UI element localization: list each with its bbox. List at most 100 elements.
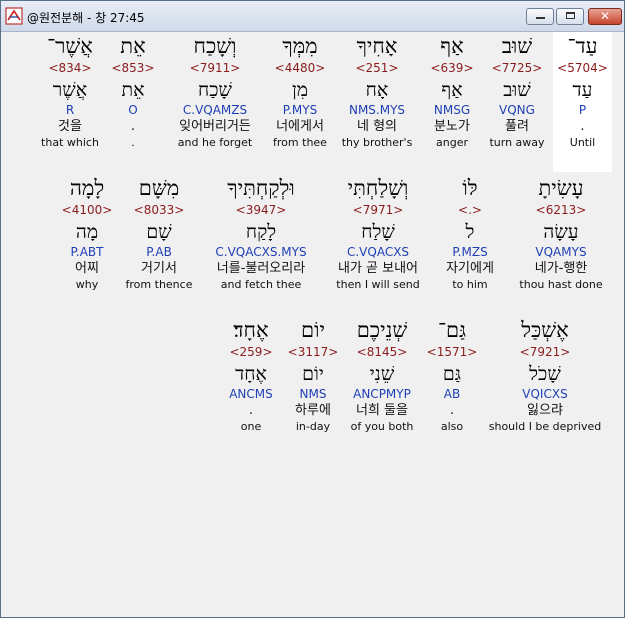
word-cell[interactable]: וְשָׁלַחְתִּי <7971> שָׁלַח C.VQACXS 내가 곧 보내… — [323, 174, 433, 314]
korean-gloss: 네 형의 — [356, 119, 397, 134]
korean-gloss: 자기에게 — [446, 261, 494, 276]
english-gloss: Until — [569, 136, 596, 149]
hebrew-root: גַּם — [442, 363, 462, 385]
strong-number: <7911> — [189, 61, 241, 75]
morphology-code: AB — [443, 387, 461, 401]
close-button[interactable]: ✕ — [588, 8, 622, 25]
word-cell[interactable]: מִמְּךָ <4480> מִן P.MYS 너에게서 from thee — [265, 32, 335, 172]
word-cell[interactable]: שְׁנֵיכֶם <8145> שֵׁנִי ANCPMYP 너희 둘을 of you … — [343, 316, 421, 456]
hebrew-root: אֶחָד — [235, 363, 267, 385]
morphology-code: P.AB — [146, 245, 172, 259]
hebrew-word: עָשִׂיתָ — [538, 176, 584, 200]
hebrew-word: יוֹם — [301, 318, 325, 342]
morphology-code: P.ABT — [70, 245, 104, 259]
word-cell[interactable]: גַּם־ <1571> גַּם AB. also — [423, 316, 481, 456]
morphology-code: VQNG — [499, 103, 535, 117]
morphology-code: O — [128, 103, 138, 117]
word-cell[interactable]: עַד־ <5704> עַד P. Until — [553, 32, 612, 172]
word-cell[interactable]: יוֹם <3117> יוֹם NMS 하루에 in-day — [285, 316, 341, 456]
hebrew-word: שׁוּב — [501, 34, 533, 58]
hebrew-root: שֵׁנִי — [369, 363, 395, 385]
strong-number: <3947> — [235, 203, 287, 217]
korean-gloss: 네가-행한 — [534, 261, 588, 276]
hebrew-word: וּלְקַחְתִּיךָ — [227, 176, 295, 200]
english-gloss: also — [440, 420, 464, 433]
korean-gloss: 것을 — [58, 119, 82, 134]
strong-number: <853> — [111, 61, 155, 75]
word-cell[interactable]: אַף <639> אַף NMSG 분노가 anger — [423, 32, 481, 172]
english-gloss: of you both — [350, 420, 414, 433]
korean-gloss: . — [449, 403, 455, 418]
strong-number: <8033> — [133, 203, 185, 217]
word-cell[interactable]: אֵת <853> אֵת O.. — [105, 32, 161, 172]
english-gloss: and fetch thee — [220, 278, 302, 291]
strong-number: <834> — [48, 61, 92, 75]
strong-number: <7921> — [519, 345, 571, 359]
maximize-button[interactable] — [556, 8, 584, 25]
hebrew-word: לָמָה — [69, 176, 105, 200]
word-cell[interactable]: אֶשְׁכַּל <7921> שָׁכֹל VQICXS 잃으랴 should I b… — [485, 316, 605, 456]
hebrew-root: מָה — [75, 221, 99, 243]
strong-number: <639> — [430, 61, 474, 75]
english-gloss: thy brother's — [341, 136, 413, 149]
morphology-code: C.VQACXS — [346, 245, 410, 259]
morphology-code: VQAMYS — [535, 245, 587, 259]
korean-gloss: 잃으랴 — [527, 403, 563, 418]
word-cell[interactable]: וּלְקַחְתִּיךָ <3947> לָקַח C.VQACXS.MYS 너를-… — [203, 174, 319, 314]
hebrew-root: אֵת — [121, 79, 145, 101]
korean-gloss: 어찌 — [75, 261, 99, 276]
word-cell[interactable]: אֶחָד׃ <259> אֶחָד ANCMS. one — [219, 316, 283, 456]
strong-number: <251> — [355, 61, 399, 75]
english-gloss: why — [75, 278, 99, 291]
korean-gloss: 풀려 — [505, 119, 529, 134]
english-gloss: turn away — [489, 136, 545, 149]
english-gloss: . — [131, 136, 135, 149]
english-gloss: from thee — [273, 136, 327, 149]
strong-number: <3117> — [287, 345, 339, 359]
morphology-code: P — [578, 103, 587, 117]
word-cell[interactable]: עָשִׂיתָ <6213> עָשָׂה VQAMYS 네가-행한 thou hast… — [509, 174, 613, 314]
korean-gloss: . — [130, 119, 136, 134]
morphology-code: P.MZS — [452, 245, 488, 259]
hebrew-root: יוֹם — [302, 363, 324, 385]
hebrew-word: לּוֹ — [462, 176, 478, 200]
strong-number: <7725> — [491, 61, 543, 75]
title-bar[interactable]: @원전분해 - 창 27:45 ✕ — [1, 1, 624, 32]
hebrew-word: אָחִיךָ — [356, 34, 398, 58]
hebrew-word: עַד־ — [567, 34, 598, 58]
strong-number: <259> — [229, 345, 273, 359]
korean-gloss: 너희 둘을 — [356, 403, 408, 418]
english-gloss: one — [240, 420, 262, 433]
korean-gloss: 너를-불러오리라 — [216, 261, 306, 276]
word-cell[interactable]: מִשָּׁם <8033> שָׁם P.AB 거기서 from thence — [119, 174, 199, 314]
word-cell[interactable]: אָחִיךָ <251> אָח NMS.MYS 네 형의 thy brother's — [337, 32, 417, 172]
morphology-code: P.MYS — [282, 103, 318, 117]
strong-number: <4480> — [274, 61, 326, 75]
korean-gloss: 너에게서 — [276, 119, 324, 134]
minimize-icon — [536, 17, 545, 19]
hebrew-root: ל — [465, 221, 475, 243]
hebrew-word: אֶשְׁכַּל — [521, 318, 569, 342]
strong-number: <8145> — [356, 345, 408, 359]
word-cell[interactable]: לּוֹ <.> ל P.MZS 자기에게 to him — [437, 174, 503, 314]
morphology-code: R — [65, 103, 75, 117]
hebrew-root: עַד — [572, 79, 593, 101]
word-cell[interactable]: אֲשֶׁר־ <834> אֲשֶׁר R 것을 that which — [35, 32, 105, 172]
hebrew-root: מִן — [291, 79, 309, 101]
morphology-code: ANCPMYP — [353, 387, 411, 401]
word-cell[interactable]: לָמָה <4100> מָה P.ABT 어찌 why — [57, 174, 117, 314]
korean-gloss: 하루에 — [295, 403, 331, 418]
minimize-button[interactable] — [526, 8, 554, 25]
word-cell[interactable]: שׁוּב <7725> שׁוּב VQNG 풀려 turn away — [487, 32, 547, 172]
word-cell[interactable]: וְשָׁכַח <7911> שָׁכַח C.VQAMZS 잊어버리거든 and he… — [167, 32, 263, 172]
strong-number: <6213> — [535, 203, 587, 217]
hebrew-word: וְשָׁלַחְתִּי — [347, 176, 409, 200]
korean-gloss: 거기서 — [141, 261, 177, 276]
hebrew-root: אֲשֶׁר — [52, 79, 88, 101]
english-gloss: then I will send — [336, 278, 420, 291]
hebrew-word: אַף — [440, 34, 464, 58]
hebrew-word: אֲשֶׁר־ — [47, 34, 93, 58]
hebrew-word: אֶחָד׃ — [233, 318, 269, 342]
korean-gloss: 분노가 — [434, 119, 470, 134]
strong-number: <1571> — [426, 345, 478, 359]
